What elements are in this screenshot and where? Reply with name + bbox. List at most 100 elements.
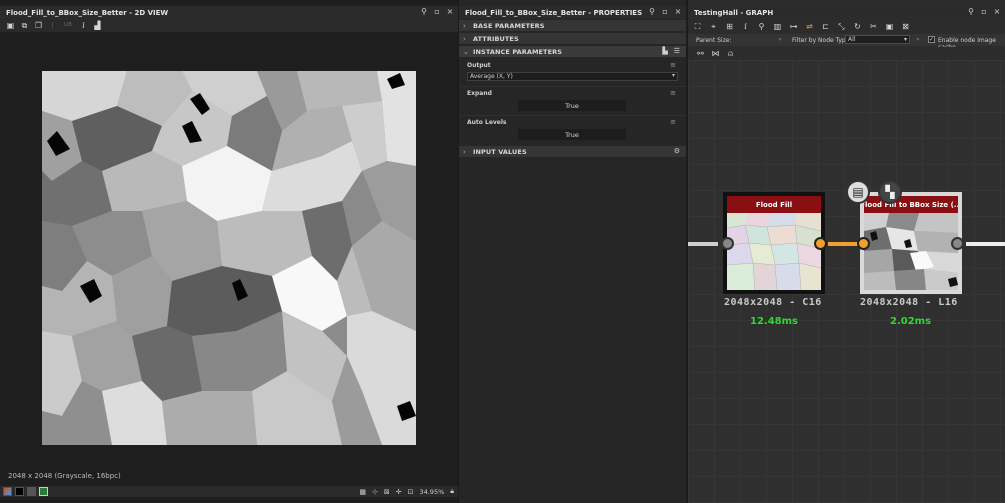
parameter-function-icon[interactable]: ≡ xyxy=(670,61,676,69)
close-icon[interactable]: × xyxy=(446,8,454,16)
close-icon[interactable]: × xyxy=(674,8,682,16)
auto-levels-toggle[interactable]: True xyxy=(518,129,626,140)
view-2d-viewport[interactable] xyxy=(0,32,458,466)
divider xyxy=(459,115,686,116)
input-link[interactable] xyxy=(688,242,718,246)
graph-canvas[interactable]: Flood Fill 2048x2048 - C16 12.48ms Flood… xyxy=(688,60,1005,503)
compute-icon[interactable]: ▣ xyxy=(885,22,894,31)
node-resolution: 2048x2048 - C16 xyxy=(724,297,822,308)
pin-icon[interactable]: ⚲ xyxy=(648,8,656,16)
pin-icon[interactable]: ⚲ xyxy=(967,8,975,16)
input-port[interactable] xyxy=(721,237,734,250)
parameter-function-icon[interactable]: ≡ xyxy=(670,118,676,126)
histogram-icon[interactable]: ▟ xyxy=(93,21,102,30)
node-thumbnail xyxy=(864,213,958,290)
filter-node-type-dropdown[interactable]: All ▾ xyxy=(845,35,910,44)
color-mode-icon[interactable] xyxy=(3,487,12,496)
view-2d-status-controls: ▦ ⊹ ⊠ ✛ ⊡ 34.95% 🔒︎ xyxy=(359,486,454,497)
split-icon[interactable]: ⋈ xyxy=(711,49,720,58)
hierarchy-icon[interactable]: ⊏ xyxy=(821,22,830,31)
section-attributes[interactable]: › ATTRIBUTES xyxy=(459,33,686,44)
node-timing: 12.48ms xyxy=(750,316,799,327)
chevron-right-icon: › xyxy=(463,147,466,156)
graph-secondary-toolbar: ⚯ ⋈ ⍝ xyxy=(688,47,1005,60)
tools-icon[interactable]: ✂ xyxy=(869,22,878,31)
layers-icon[interactable]: ❐ xyxy=(34,21,43,30)
layout-icon[interactable]: ▥ xyxy=(773,22,782,31)
graph-filter-bar: Parent Size: » Filter by Node Type: All … xyxy=(688,34,1005,51)
parameter-function-icon[interactable]: ≡ xyxy=(670,89,676,97)
channels-icon[interactable]: ⁝ xyxy=(48,21,57,30)
info-icon[interactable]: i xyxy=(741,22,750,31)
background-image-icon[interactable] xyxy=(39,487,48,496)
maximize-icon[interactable]: ▫ xyxy=(980,8,988,16)
view-2d-window-controls: ⚲ ▫ × xyxy=(420,8,454,16)
save-icon[interactable]: ▣ xyxy=(6,21,15,30)
bbox-thumbnail xyxy=(864,213,958,290)
graph-title: TestingHall - GRAPH xyxy=(694,8,774,17)
graph-window-controls: ⚲ ▫ × xyxy=(967,8,1001,16)
gear-icon[interactable]: ⚙ xyxy=(674,147,680,155)
pin-icon[interactable]: ⚲ xyxy=(420,8,428,16)
background-gray-swatch[interactable] xyxy=(27,487,36,496)
fit-graph-icon[interactable]: ⊠ xyxy=(901,22,910,31)
section-base-parameters[interactable]: › BASE PARAMETERS xyxy=(459,20,686,31)
expand-arrows-icon[interactable]: » xyxy=(778,36,782,43)
reroute-icon[interactable]: ⍝ xyxy=(726,49,735,58)
section-label: ATTRIBUTES xyxy=(473,34,519,43)
menu-icon[interactable]: ☰ xyxy=(674,47,680,55)
maximize-icon[interactable]: ▫ xyxy=(433,8,441,16)
section-input-values[interactable]: › INPUT VALUES ⚙ xyxy=(459,146,686,157)
frame-icon[interactable]: ⊡ xyxy=(408,488,414,496)
voronoi-preview xyxy=(42,71,416,445)
copy-icon[interactable]: ⧉ xyxy=(20,21,29,30)
output-port[interactable] xyxy=(951,237,964,250)
lock-icon[interactable]: 🔒︎ xyxy=(450,487,454,496)
node-graph-icon[interactable]: ⊶ xyxy=(789,22,798,31)
output-label: Output xyxy=(467,62,491,69)
view-2d-toolbar: ▣ ⧉ ❐ ⁝ LIB i ▟ xyxy=(0,19,458,32)
view-2d-titlebar: Flood_Fill_to_BBox_Size_Better - 2D VIEW… xyxy=(0,6,458,19)
zoom-level[interactable]: 34.95% xyxy=(419,488,444,496)
maximize-icon[interactable]: ▫ xyxy=(661,8,669,16)
refresh-icon[interactable]: ↻ xyxy=(853,22,862,31)
node-thumbnail xyxy=(727,213,821,290)
grid-snap-icon[interactable]: ⊞ xyxy=(725,22,734,31)
output-dropdown[interactable]: Average (X, Y) ▾ xyxy=(467,72,678,81)
section-input-tools: ⚙ xyxy=(674,147,680,155)
properties-titlebar: Flood_Fill_to_BBox_Size_Better - PROPERT… xyxy=(459,6,686,19)
checker-icon[interactable]: ▚ xyxy=(878,180,902,204)
fit-icon[interactable]: ⊠ xyxy=(384,488,390,496)
expand-toggle[interactable]: True xyxy=(518,100,626,111)
document-icon[interactable]: ▤ xyxy=(846,180,870,204)
frame-selected-icon[interactable]: ⌖ xyxy=(709,22,718,31)
chevron-right-icon: › xyxy=(463,34,466,43)
center-icon[interactable]: ✛ xyxy=(396,488,402,496)
preset-icon[interactable]: ▙ xyxy=(662,47,667,55)
section-instance-parameters[interactable]: ⌄ INSTANCE PARAMETERS ▙ ☰ xyxy=(459,46,686,57)
input-port[interactable] xyxy=(857,237,870,250)
node-flood-fill[interactable]: Flood Fill xyxy=(723,192,825,294)
grid-icon[interactable]: ▦ xyxy=(359,488,366,496)
node-resolution: 2048x2048 - L16 xyxy=(860,297,958,308)
align-icon[interactable]: ⤡ xyxy=(837,22,846,31)
connect-icon[interactable]: ⚯ xyxy=(696,49,705,58)
cache-checkbox[interactable]: ✓ xyxy=(928,36,935,43)
search-icon[interactable]: ⚲ xyxy=(757,22,766,31)
link-style-icon[interactable]: ⇌ xyxy=(805,22,814,31)
output-dropdown-value: Average (X, Y) xyxy=(470,73,513,80)
node-flood-fill-to-bbox[interactable]: Flood Fill to BBox Size (... xyxy=(860,192,962,294)
output-link[interactable] xyxy=(966,242,1005,246)
tiling-icon[interactable]: ⊹ xyxy=(372,488,378,496)
frame-all-icon[interactable]: ⛶ xyxy=(693,22,702,31)
chevron-down-icon: ⌄ xyxy=(463,47,469,56)
section-label: INSTANCE PARAMETERS xyxy=(473,47,563,56)
graph-titlebar: TestingHall - GRAPH ⚲ ▫ × xyxy=(688,6,1005,19)
section-label: BASE PARAMETERS xyxy=(473,21,545,30)
output-port[interactable] xyxy=(814,237,827,250)
close-icon[interactable]: × xyxy=(993,8,1001,16)
properties-title: Flood_Fill_to_BBox_Size_Better - PROPERT… xyxy=(465,8,643,17)
expand-arrows-icon[interactable]: » xyxy=(916,36,920,43)
info-icon[interactable]: i xyxy=(79,21,88,30)
background-black-swatch[interactable] xyxy=(15,487,24,496)
